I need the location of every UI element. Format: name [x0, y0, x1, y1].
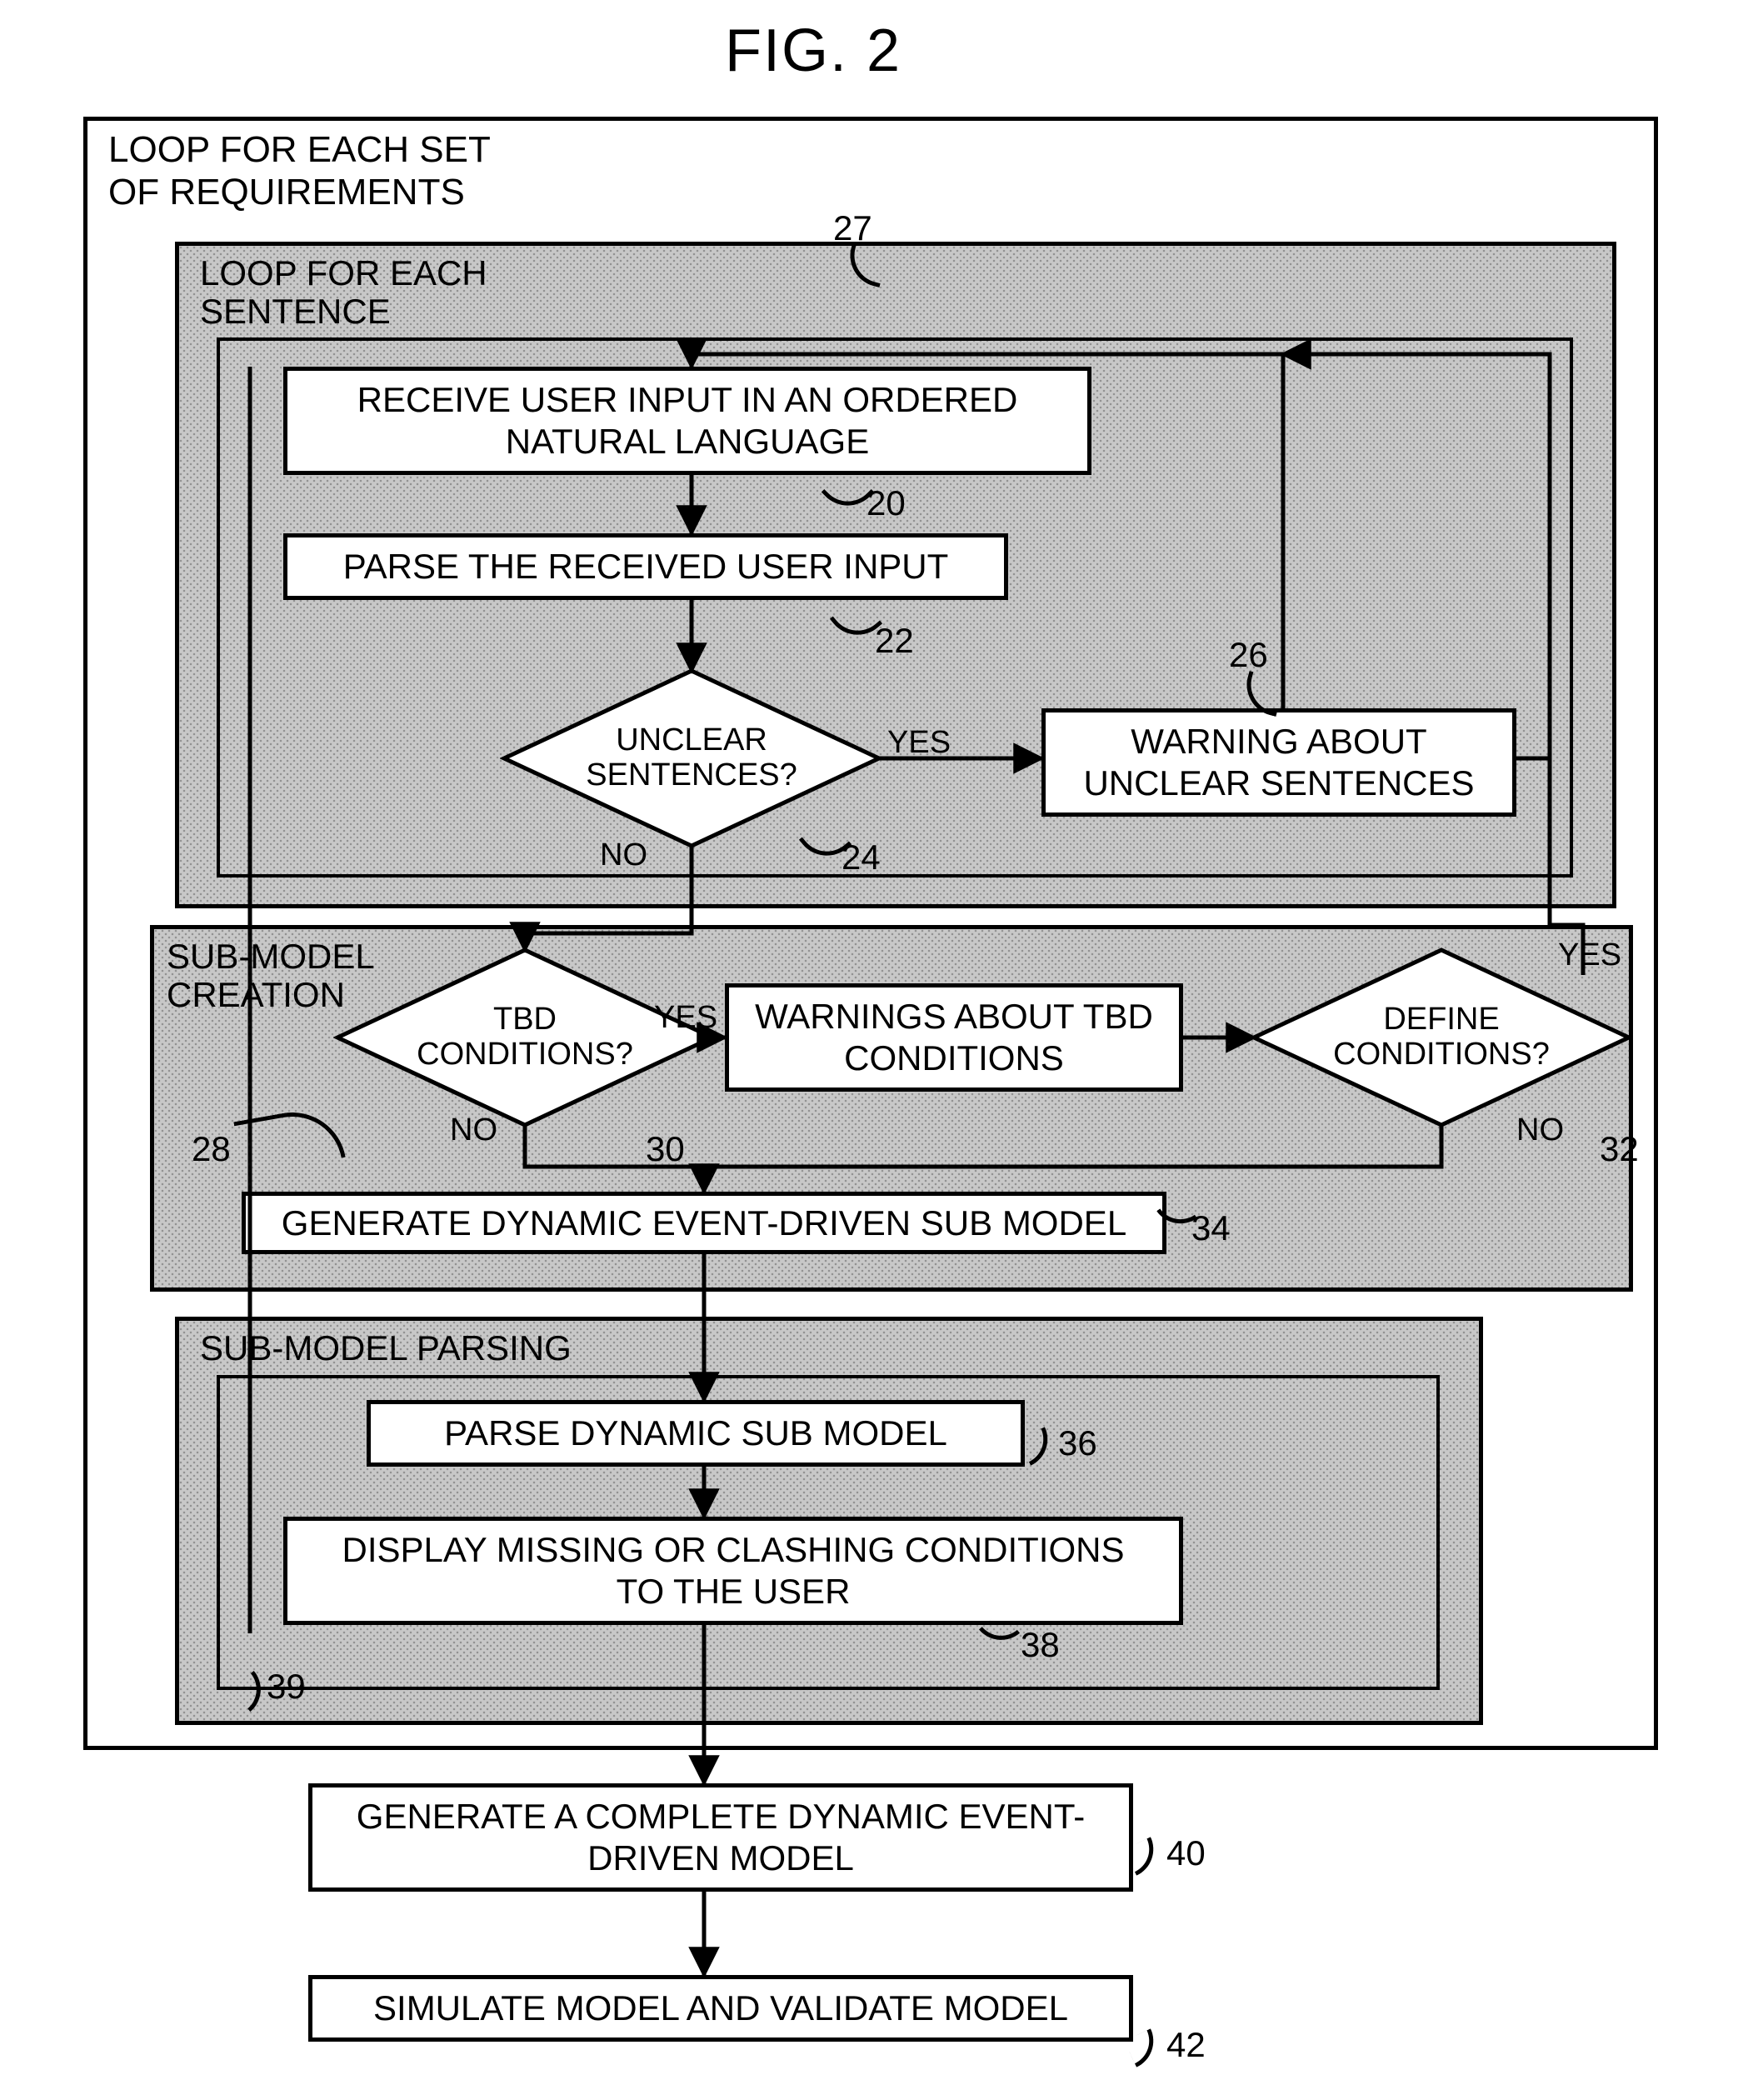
ref-28: 28: [192, 1129, 231, 1169]
parse-input-box: PARSE THE RECEIVED USER INPUT: [283, 533, 1008, 600]
receive-text: RECEIVE USER INPUT IN AN ORDERED NATURAL…: [357, 379, 1018, 462]
gen-complete-box: GENERATE A COMPLETE DYNAMIC EVENT- DRIVE…: [308, 1783, 1133, 1892]
warning-unclear-box: WARNING ABOUT UNCLEAR SENTENCES: [1041, 708, 1516, 817]
outer-loop-label: LOOP FOR EACH SET OF REQUIREMENTS: [108, 129, 491, 213]
ref-26: 26: [1229, 635, 1268, 675]
tbd-decision-text: TBD CONDITIONS?: [417, 1002, 633, 1072]
define-no: NO: [1516, 1112, 1564, 1148]
ref-40: 40: [1166, 1833, 1206, 1873]
ref-39: 39: [267, 1667, 306, 1707]
unclear-decision-text: UNCLEAR SENTENCES?: [586, 723, 797, 793]
define-yes: YES: [1558, 938, 1621, 973]
ref-42: 42: [1166, 2025, 1206, 2065]
tbd-no: NO: [450, 1112, 497, 1148]
warnings-tbd-box: WARNINGS ABOUT TBD CONDITIONS: [725, 983, 1183, 1092]
sub-model-parsing-label: SUB-MODEL PARSING: [200, 1329, 572, 1368]
unclear-no: NO: [600, 838, 647, 873]
define-decision-text: DEFINE CONDITIONS?: [1333, 1002, 1550, 1072]
display-missing-text: DISPLAY MISSING OR CLASHING CONDITIONS T…: [342, 1529, 1125, 1612]
simulate-box: SIMULATE MODEL AND VALIDATE MODEL: [308, 1975, 1133, 2042]
ref-38: 38: [1021, 1625, 1060, 1665]
define-decision: DEFINE CONDITIONS?: [1250, 946, 1633, 1129]
gen-sub-text: GENERATE DYNAMIC EVENT-DRIVEN SUB MODEL: [282, 1202, 1126, 1244]
ref-30: 30: [646, 1129, 685, 1169]
simulate-text: SIMULATE MODEL AND VALIDATE MODEL: [373, 1988, 1068, 2029]
ref-32: 32: [1600, 1129, 1639, 1169]
ref-22: 22: [875, 621, 914, 661]
gen-sub-box: GENERATE DYNAMIC EVENT-DRIVEN SUB MODEL: [242, 1192, 1166, 1254]
parse-input-text: PARSE THE RECEIVED USER INPUT: [343, 546, 949, 588]
loop-sentence-label: LOOP FOR EACH SENTENCE: [200, 254, 487, 331]
ref-36: 36: [1058, 1423, 1097, 1463]
ref-34: 34: [1191, 1208, 1231, 1248]
diagram-stage: FIG. 2 LOOP FOR EACH SET OF REQUIREMENTS…: [0, 0, 1758, 2100]
parse-sub-text: PARSE DYNAMIC SUB MODEL: [444, 1412, 947, 1454]
unclear-yes: YES: [887, 725, 951, 761]
display-missing-box: DISPLAY MISSING OR CLASHING CONDITIONS T…: [283, 1517, 1183, 1625]
tbd-decision: TBD CONDITIONS?: [333, 946, 717, 1129]
warnings-tbd-text: WARNINGS ABOUT TBD CONDITIONS: [755, 996, 1153, 1078]
warning-unclear-text: WARNING ABOUT UNCLEAR SENTENCES: [1083, 721, 1474, 803]
gen-complete-text: GENERATE A COMPLETE DYNAMIC EVENT- DRIVE…: [357, 1796, 1085, 1878]
tbd-yes: YES: [654, 1000, 717, 1036]
parse-sub-box: PARSE DYNAMIC SUB MODEL: [367, 1400, 1025, 1467]
receive-box: RECEIVE USER INPUT IN AN ORDERED NATURAL…: [283, 367, 1091, 475]
figure-title: FIG. 2: [725, 17, 901, 85]
